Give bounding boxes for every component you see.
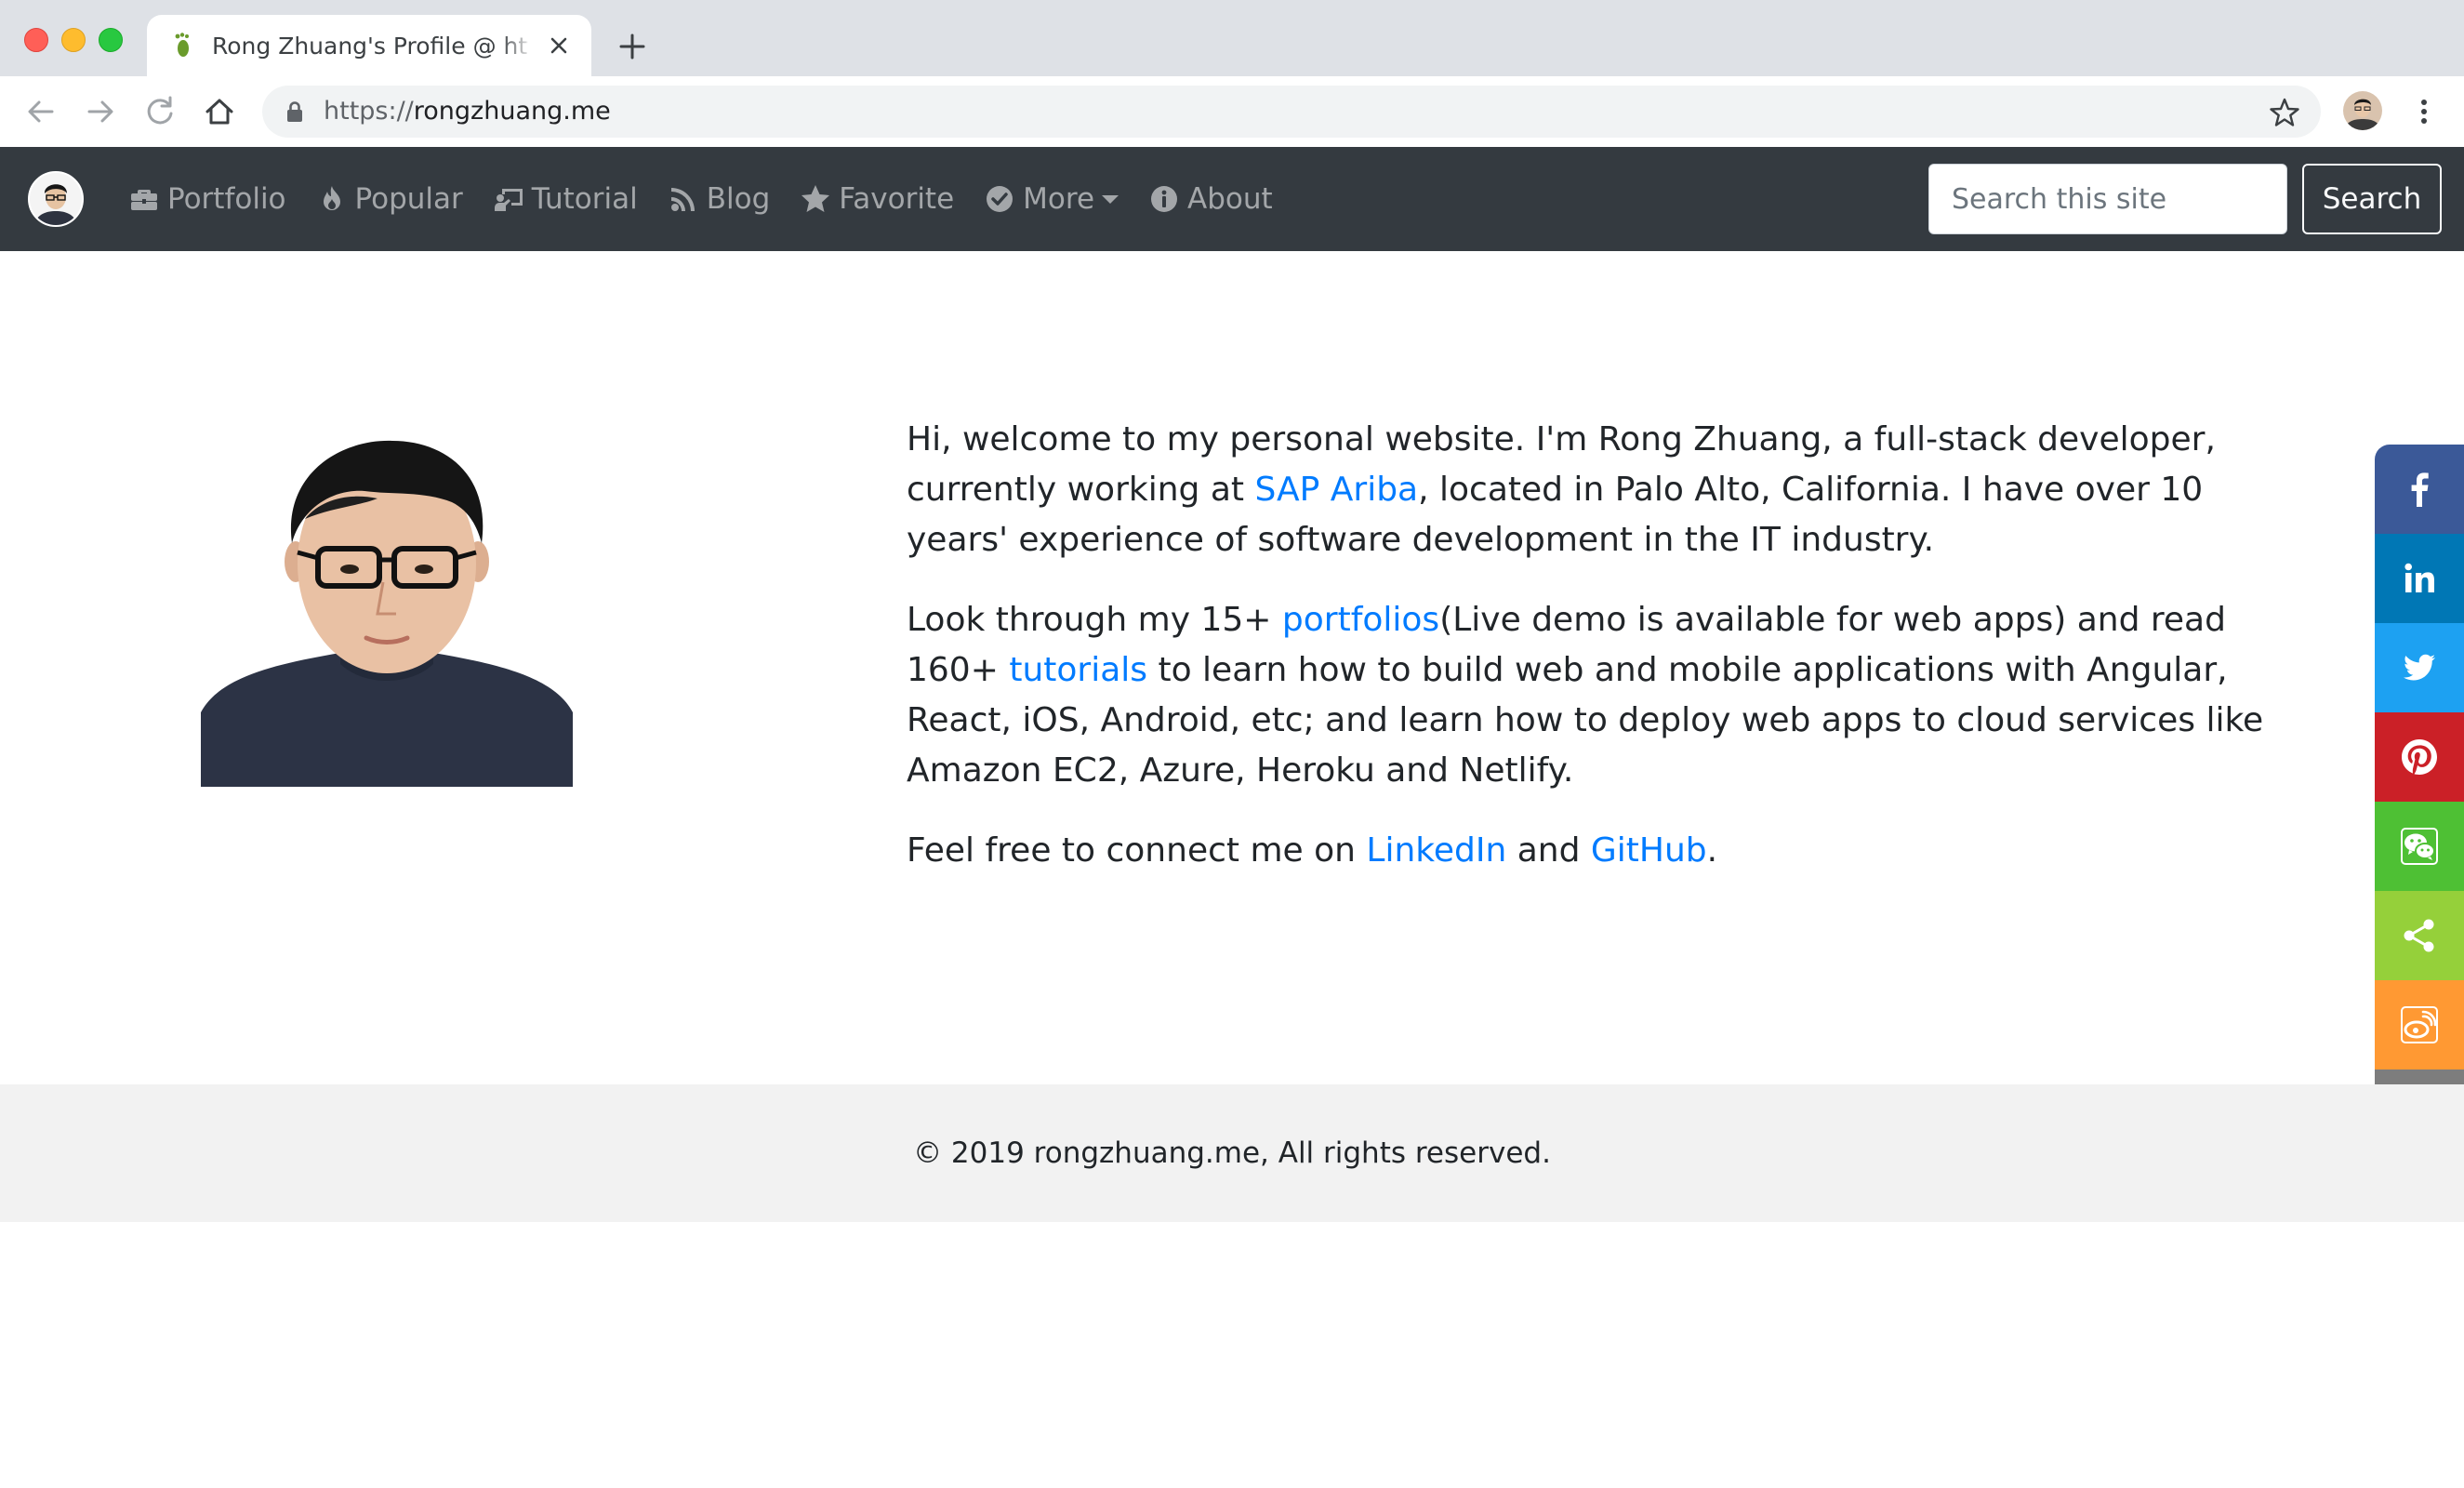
tab-close-icon[interactable] — [545, 32, 573, 60]
share-bar — [2375, 445, 2464, 1159]
lock-icon[interactable] — [285, 100, 305, 123]
rss-icon — [670, 188, 695, 211]
window-zoom-button[interactable] — [99, 28, 123, 52]
new-tab-icon[interactable] — [616, 30, 649, 63]
brand-avatar-logo[interactable] — [28, 171, 84, 227]
browser-menu-icon[interactable] — [2408, 93, 2440, 130]
twitter-icon — [2403, 654, 2435, 681]
linkedin-icon — [2404, 563, 2434, 592]
check-circle-icon — [987, 186, 1013, 212]
nav-portfolio[interactable]: Portfolio — [128, 182, 286, 216]
intro-paragraph-3: Feel free to connect me on LinkedIn and … — [907, 831, 1718, 870]
browser-profile-avatar[interactable] — [2343, 91, 2382, 130]
info-circle-icon — [1151, 186, 1178, 212]
star-icon — [801, 185, 830, 212]
chevron-down-icon — [1102, 194, 1119, 204]
tab-title: Rong Zhuang's Profile @ http://rongzhuan… — [212, 33, 528, 60]
browser-toolbar: https://rongzhuang.me — [0, 76, 2464, 148]
nav-about[interactable]: About — [1148, 182, 1273, 216]
nav-more-dropdown[interactable]: More — [984, 182, 1119, 216]
copyright-text: © 2019 rongzhuang.me, All rights reserve… — [913, 1136, 1551, 1170]
site-search-input[interactable] — [1928, 164, 2287, 234]
facebook-icon — [2411, 472, 2429, 507]
share-generic-button[interactable] — [2375, 891, 2464, 980]
briefcase-icon — [131, 190, 157, 210]
weibo-icon — [2401, 1006, 2438, 1043]
nav-blog[interactable]: Blog — [668, 182, 770, 216]
share-twitter-button[interactable] — [2375, 623, 2464, 712]
fire-icon — [323, 186, 340, 210]
nav-links: Portfolio Popular Tutorial Blog Favorite… — [128, 147, 1303, 251]
window-minimize-button[interactable] — [61, 28, 86, 52]
linkedin-link[interactable]: LinkedIn — [1366, 831, 1506, 870]
sap-ariba-link[interactable]: SAP Ariba — [1254, 471, 1418, 509]
share-facebook-button[interactable] — [2375, 445, 2464, 534]
intro-paragraph-1: Hi, welcome to my personal website. I'm … — [907, 420, 2216, 559]
nav-tutorial[interactable]: Tutorial — [493, 182, 638, 216]
nav-popular[interactable]: Popular — [316, 182, 463, 216]
nav-favorite[interactable]: Favorite — [800, 182, 954, 216]
home-icon[interactable] — [201, 93, 238, 130]
bookmark-star-icon[interactable] — [2269, 97, 2300, 128]
address-bar[interactable]: https://rongzhuang.me — [262, 86, 2321, 138]
intro-paragraph-2: Look through my 15+ portfolios(Live demo… — [907, 601, 2264, 790]
reload-icon[interactable] — [141, 93, 179, 130]
portfolios-link[interactable]: portfolios — [1282, 601, 1439, 639]
window-close-button[interactable] — [24, 28, 48, 52]
chalkboard-teacher-icon — [494, 189, 523, 211]
url-text[interactable]: https://rongzhuang.me — [324, 97, 611, 126]
share-pinterest-button[interactable] — [2375, 712, 2464, 802]
share-linkedin-button[interactable] — [2375, 534, 2464, 623]
wechat-icon — [2401, 828, 2438, 865]
pinterest-icon — [2402, 739, 2437, 775]
share-icon — [2404, 919, 2434, 952]
site-footer: © 2019 rongzhuang.me, All rights reserve… — [0, 1084, 2464, 1222]
back-arrow-icon[interactable] — [22, 93, 60, 130]
tutorials-link[interactable]: tutorials — [1009, 651, 1147, 689]
search-button[interactable]: Search — [2302, 164, 2442, 234]
footprint-favicon-icon — [175, 33, 189, 57]
share-wechat-button[interactable] — [2375, 802, 2464, 891]
share-weibo-button[interactable] — [2375, 980, 2464, 1070]
profile-photo — [201, 433, 573, 787]
site-navbar: Portfolio Popular Tutorial Blog Favorite… — [0, 147, 2464, 251]
browser-tab-active[interactable]: Rong Zhuang's Profile @ http://rongzhuan… — [147, 15, 591, 76]
intro-text: Hi, welcome to my personal website. I'm … — [907, 415, 2273, 906]
forward-arrow-icon[interactable] — [82, 93, 119, 130]
browser-tabstrip: Rong Zhuang's Profile @ http://rongzhuan… — [0, 0, 2464, 76]
github-link[interactable]: GitHub — [1591, 831, 1707, 870]
